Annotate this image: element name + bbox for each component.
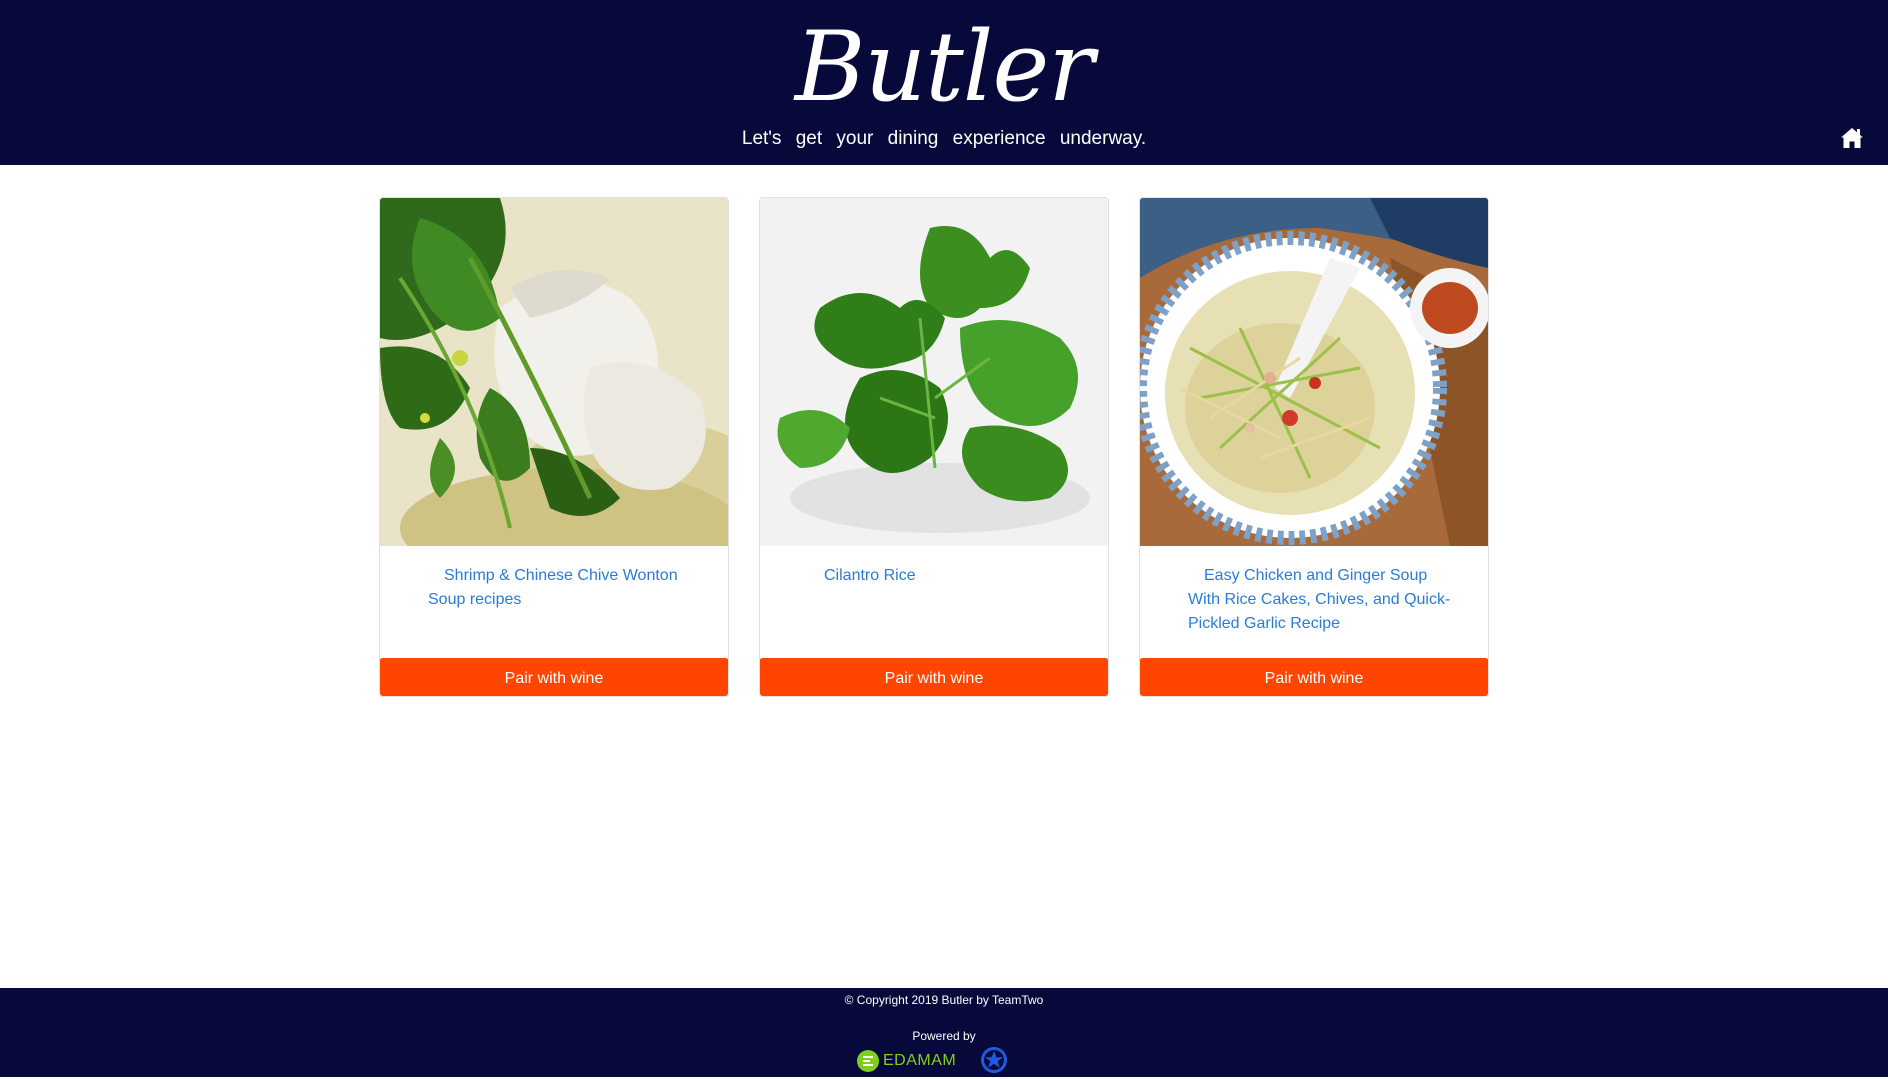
- home-icon[interactable]: [1838, 124, 1866, 152]
- recipe-card: Shrimp & Chinese Chive Wonton Soup recip…: [379, 197, 729, 697]
- ginger-soup-photo[interactable]: [1140, 198, 1488, 546]
- copyright-text: © Copyright 2019 Butler by TeamTwo: [844, 993, 1044, 1007]
- tagline: Let's get your dining experience underwa…: [741, 128, 1147, 149]
- brand-logo[interactable]: Butler: [0, 2, 1888, 132]
- recipe-card: Cilantro Rice Pair with wine: [759, 197, 1109, 697]
- cilantro-photo[interactable]: [760, 198, 1108, 546]
- site-footer: © Copyright 2019 Butler by TeamTwo Power…: [0, 988, 1888, 1077]
- edamam-logo[interactable]: EDAMAM: [857, 1048, 956, 1074]
- recipe-title-link[interactable]: Easy Chicken and Ginger Soup With Rice C…: [1188, 564, 1458, 636]
- star-badge-icon[interactable]: [980, 1046, 1008, 1074]
- recipe-title-link[interactable]: Cilantro Rice: [808, 564, 1078, 588]
- edamam-logo-icon: [857, 1050, 879, 1072]
- pair-with-wine-button[interactable]: Pair with wine: [1140, 658, 1488, 696]
- pair-with-wine-button[interactable]: Pair with wine: [380, 658, 728, 696]
- wonton-soup-photo[interactable]: [380, 198, 728, 546]
- edamam-label: EDAMAM: [883, 1052, 957, 1069]
- powered-by-label: Powered by: [912, 1029, 976, 1043]
- recipe-title-link[interactable]: Shrimp & Chinese Chive Wonton Soup recip…: [428, 564, 698, 612]
- recipe-card: Easy Chicken and Ginger Soup With Rice C…: [1139, 197, 1489, 697]
- site-header: Butler Let's get your dining experience …: [0, 0, 1888, 165]
- pair-with-wine-button[interactable]: Pair with wine: [760, 658, 1108, 696]
